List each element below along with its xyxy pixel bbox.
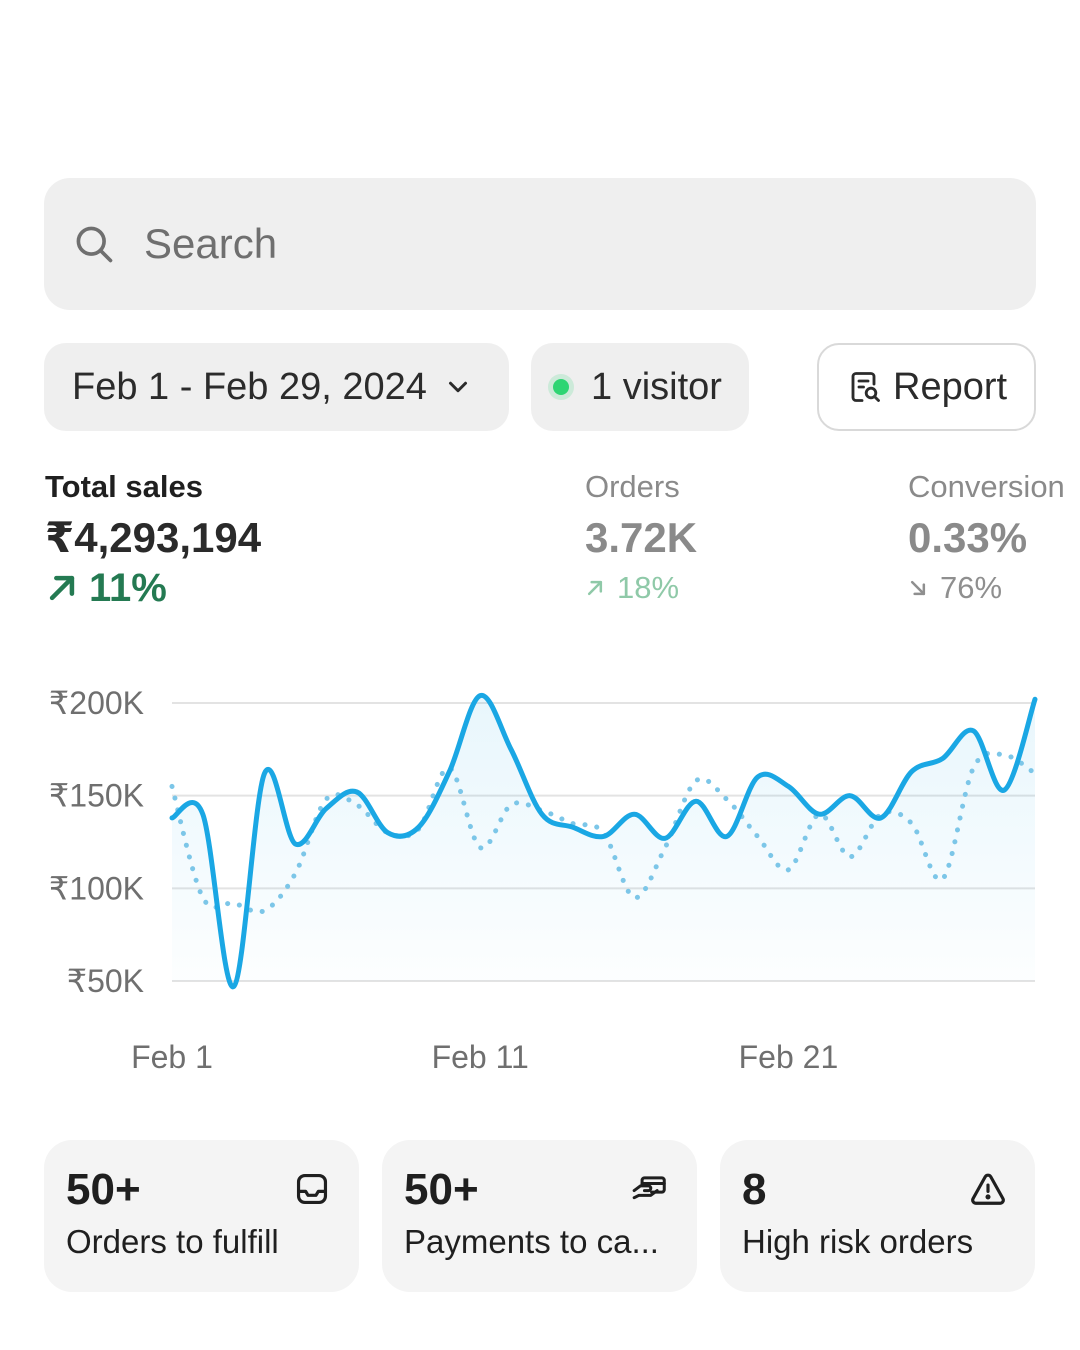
high-risk-label: High risk orders bbox=[742, 1223, 974, 1260]
orders-delta: 18% bbox=[585, 566, 697, 610]
y-tick-label: ₹50K bbox=[67, 963, 144, 999]
sales-line-chart[interactable]: ₹200K ₹150K ₹100K ₹50K Feb 1 Feb 11 Feb 21 bbox=[0, 660, 1080, 1100]
search-bar[interactable]: Search bbox=[44, 178, 1036, 310]
visitor-count: 1 visitor bbox=[591, 365, 722, 408]
date-range-label: Feb 1 - Feb 29, 2024 bbox=[72, 365, 427, 408]
conversion-label: Conversion bbox=[908, 469, 1065, 504]
total-sales-delta: 11% bbox=[45, 566, 261, 610]
y-tick-label: ₹150K bbox=[49, 778, 144, 814]
total-sales-metric[interactable]: Total sales ₹4,293,194 11% bbox=[45, 468, 261, 610]
y-tick-label: ₹100K bbox=[49, 870, 144, 906]
total-sales-value: ₹4,293,194 bbox=[45, 514, 262, 561]
warning-icon bbox=[971, 1173, 1005, 1205]
y-tick-label: ₹200K bbox=[49, 685, 144, 721]
x-tick-label: Feb 1 bbox=[131, 1039, 213, 1075]
report-icon bbox=[851, 372, 880, 402]
payments-to-capture-card[interactable]: 50+ Payments to ca... bbox=[382, 1140, 697, 1292]
payment-hand-icon bbox=[632, 1176, 666, 1200]
x-tick-label: Feb 11 bbox=[432, 1039, 529, 1075]
search-input[interactable]: Search bbox=[144, 220, 277, 268]
payments-label: Payments to ca... bbox=[404, 1223, 659, 1260]
report-button[interactable]: Report bbox=[817, 343, 1036, 431]
orders-label: Orders bbox=[585, 469, 680, 504]
arrow-up-right-icon bbox=[587, 580, 603, 596]
orders-to-fulfill-label: Orders to fulfill bbox=[66, 1223, 279, 1260]
live-visitors-button[interactable]: 1 visitor bbox=[531, 343, 749, 431]
conversion-delta-value: 76% bbox=[940, 570, 1003, 605]
total-sales-delta-value: 11% bbox=[89, 566, 167, 610]
total-sales-label: Total sales bbox=[45, 469, 203, 504]
orders-value: 3.72K bbox=[585, 514, 698, 561]
search-icon bbox=[76, 226, 113, 263]
inbox-icon bbox=[296, 1173, 328, 1205]
conversion-delta: 76% bbox=[908, 566, 1080, 610]
date-range-picker[interactable]: Feb 1 - Feb 29, 2024 bbox=[44, 343, 509, 431]
conversion-metric[interactable]: Conversion 0.33% 76% bbox=[908, 468, 1080, 610]
orders-to-fulfill-card[interactable]: 50+ Orders to fulfill bbox=[44, 1140, 359, 1292]
orders-delta-value: 18% bbox=[617, 570, 680, 605]
x-tick-label: Feb 21 bbox=[739, 1039, 839, 1075]
chevron-down-icon bbox=[448, 381, 467, 393]
report-label: Report bbox=[893, 365, 1008, 408]
arrow-down-right-icon bbox=[910, 580, 926, 596]
conversion-value: 0.33% bbox=[908, 514, 1028, 561]
orders-metric[interactable]: Orders 3.72K 18% bbox=[585, 468, 697, 610]
arrow-up-right-icon bbox=[49, 575, 75, 601]
live-status-dot bbox=[553, 379, 569, 395]
high-risk-orders-card[interactable]: 8 High risk orders bbox=[720, 1140, 1035, 1292]
